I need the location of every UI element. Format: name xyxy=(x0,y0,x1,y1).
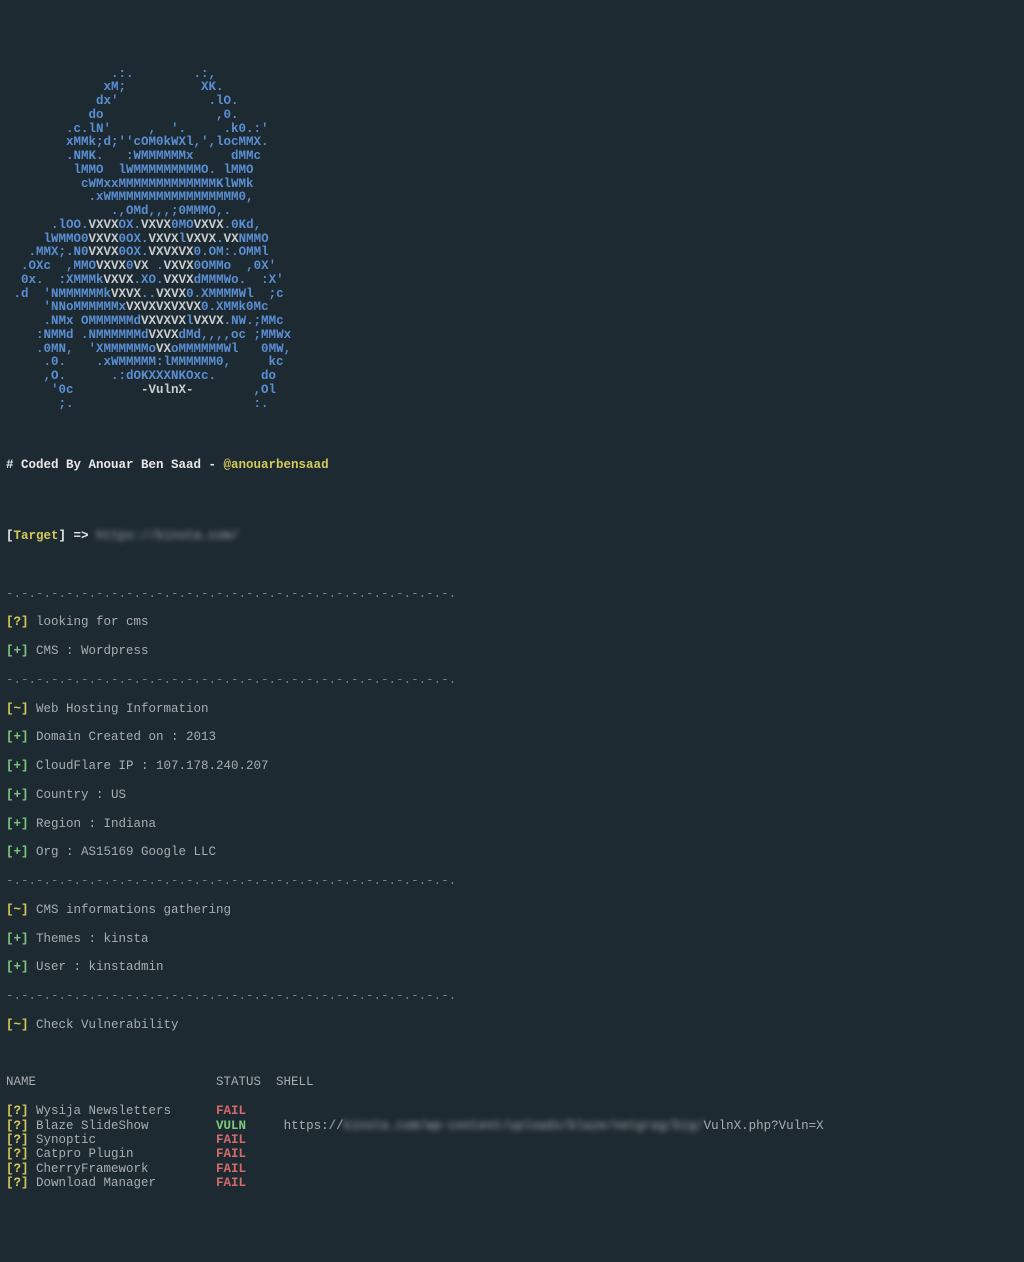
table-row: [?] Synoptic FAIL xyxy=(6,1133,1018,1147)
author-handle: @anouarbensaad xyxy=(224,458,329,472)
ascii-art-logo: .:. .:, xM; XK. dx' .lO. do ,0. .c.lN' ,… xyxy=(6,68,1018,412)
table-row: [?] CherryFramework FAIL xyxy=(6,1162,1018,1176)
credit-line: # Coded By Anouar Ben Saad - @anouarbens… xyxy=(6,458,1018,472)
table-header: NAME STATUS SHELL xyxy=(6,1075,1018,1089)
section-hosting: Web Hosting Information xyxy=(36,702,209,716)
divider: -.-.-.-.-.-.-.-.-.-.-.-.-.-.-.-.-.-.-.-.… xyxy=(6,587,1018,601)
table-row: [?] Download Manager FAIL xyxy=(6,1176,1018,1190)
target-url: https://kinsta.com/ xyxy=(96,529,239,543)
section-checkvuln: Check Vulnerability xyxy=(36,1018,179,1032)
table-row: [?] Blaze SlideShow VULN https://kinsta.… xyxy=(6,1119,1018,1133)
table-row: [?] Wysija Newsletters FAIL xyxy=(6,1104,1018,1118)
target-line: [Target] => https://kinsta.com/ xyxy=(6,529,1018,543)
section-cmsinfo: CMS informations gathering xyxy=(36,903,231,917)
table-row: [?] Catpro Plugin FAIL xyxy=(6,1147,1018,1161)
looking-for-cms: looking for cms xyxy=(36,615,149,629)
cms-detected: CMS : Wordpress xyxy=(36,644,149,658)
